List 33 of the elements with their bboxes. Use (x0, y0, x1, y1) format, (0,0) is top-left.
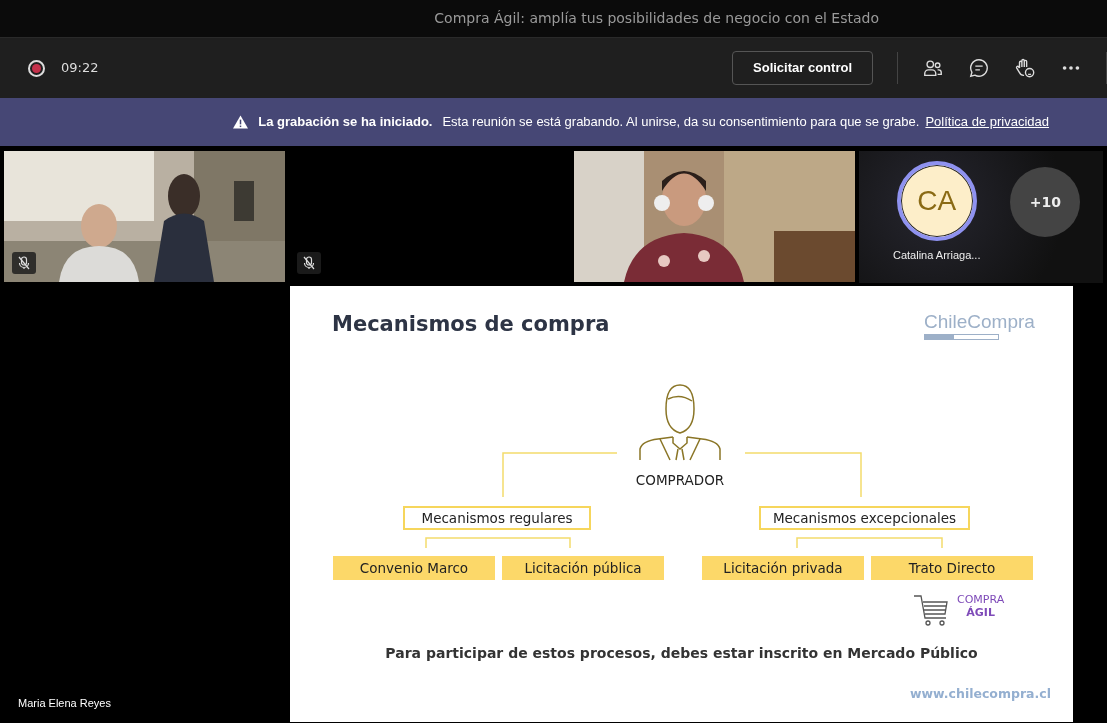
slide-note: Para participar de estos procesos, debes estar inscrito en Mercado Público (384, 644, 979, 663)
mute-button[interactable] (12, 252, 36, 274)
presenter-name: Maria Elena Reyes (18, 695, 111, 711)
category-box: Mecanismos regulares (403, 506, 591, 530)
hand-icon[interactable] (1014, 57, 1036, 79)
cart-icon (913, 594, 949, 627)
mic-off-icon (18, 256, 30, 270)
request-control-button[interactable]: Solicitar control (732, 51, 873, 85)
privacy-link[interactable]: Política de privacidad (925, 112, 1049, 132)
mute-button[interactable] (297, 252, 321, 274)
logo-text: ChileCompra (924, 312, 1035, 331)
badge-text: ÁGIL (966, 606, 995, 620)
slide-url: www.chilecompra.cl (910, 685, 1051, 703)
avatar[interactable]: CA (896, 161, 977, 241)
slide-title: Mecanismos de compra (332, 312, 610, 338)
mechanism-box: Licitación pública (502, 556, 664, 580)
participant-name: Catalina Arriaga... (893, 248, 981, 263)
mechanism-box: Trato Directo (871, 556, 1033, 580)
banner-title: La grabación se ha iniciado. (258, 113, 433, 132)
chat-icon[interactable] (968, 57, 990, 79)
root-label: COMPRADOR (634, 471, 726, 490)
mechanism-box: Convenio Marco (333, 556, 495, 580)
mic-off-icon (303, 256, 315, 270)
badge-text: COMPRA (957, 594, 1005, 606)
recording-indicator (28, 59, 45, 77)
warning-icon (233, 115, 249, 129)
people-icon[interactable] (922, 57, 944, 79)
elapsed-time: 09:22 (61, 59, 99, 78)
window-title: Compra Ágil: amplía tus posibilidades de negocio con el Estado (0, 0, 1107, 38)
banner-message: Esta reunión se está grabando. Al unirse, da su consentimiento para que se grabe. (442, 113, 920, 132)
category-box: Mecanismos excepcionales (759, 506, 970, 530)
mechanism-box: Licitación privada (702, 556, 864, 580)
more-participants-button[interactable]: +10 (1010, 167, 1081, 237)
